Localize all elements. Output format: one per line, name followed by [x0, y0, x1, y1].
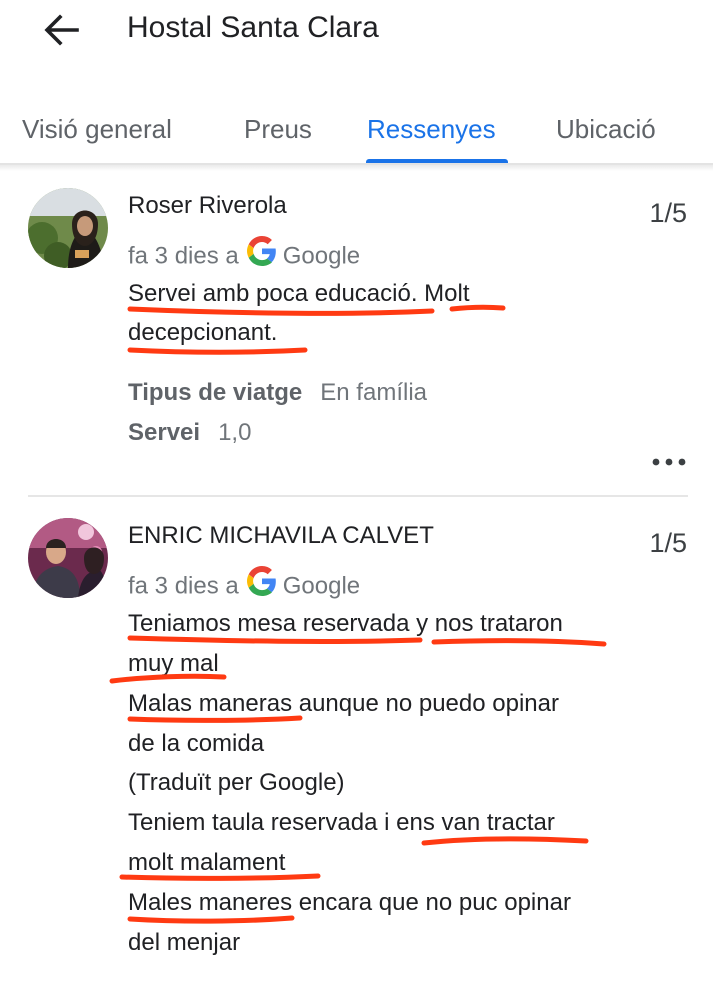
back-button[interactable] [40, 8, 84, 52]
arrow-left-icon [44, 14, 79, 46]
google-logo-icon [246, 236, 277, 274]
review-author[interactable]: Roser Riverola [128, 191, 287, 221]
review-attribute-service: Servei 1,0 [128, 418, 251, 448]
tab-prices[interactable]: Preus [244, 106, 312, 152]
avatar[interactable] [28, 188, 108, 268]
review-author[interactable]: ENRIC MICHAVILA CALVET [128, 521, 434, 551]
review-rating: 1/5 [649, 198, 687, 228]
more-horizontal-icon [652, 458, 686, 466]
review-source: Google [282, 242, 361, 270]
page-title: Hostal Santa Clara [127, 11, 379, 44]
review-text-line: Males maneres encara que no puc opinar [128, 889, 571, 916]
tab-bar: Visió general Preus Ressenyes Ubicació [0, 106, 713, 164]
highlight-underline [127, 347, 308, 355]
review-text-line: Malas maneras aunque no puedo opinar [128, 690, 559, 717]
google-logo-icon [246, 566, 277, 604]
highlight-underline [127, 306, 435, 316]
avatar[interactable] [28, 518, 108, 598]
header-shadow [0, 165, 713, 171]
review-attribute-trip-type: Tipus de viatge En família [128, 378, 427, 408]
attribute-value: 1,0 [218, 419, 252, 446]
review-meta: fa 3 dies a Google [128, 566, 361, 606]
attribute-value: En família [320, 379, 427, 406]
tab-location[interactable]: Ubicació [556, 106, 656, 152]
review-text-line: Teniamos mesa reservada y nos trataron [128, 610, 563, 637]
review-time: fa 3 dies a [128, 572, 239, 600]
review-rating: 1/5 [649, 528, 687, 558]
review-divider [28, 495, 688, 497]
tab-reviews[interactable]: Ressenyes [367, 106, 496, 152]
review-text-line: de la comida [128, 730, 265, 757]
review-text-line: molt malament [128, 849, 286, 876]
review-source: Google [282, 572, 361, 600]
attribute-key: Servei [128, 419, 201, 446]
highlight-underline [421, 836, 589, 846]
highlight-underline [127, 915, 295, 924]
attribute-key: Tipus de viatge [128, 379, 303, 406]
tab-overview[interactable]: Visió general [22, 106, 172, 152]
review-text-line: del menjar [128, 929, 241, 956]
review-time: fa 3 dies a [128, 242, 239, 270]
review-text-line: Servei amb poca educació. Molt [128, 280, 470, 307]
highlight-underline [431, 638, 607, 647]
review-meta: fa 3 dies a Google [128, 236, 361, 276]
review-text-line: Teniem taula reservada i ens van tractar [128, 809, 555, 836]
review-text-line: muy mal [128, 650, 219, 677]
review-text-line: (Traduït per Google) [128, 769, 345, 796]
more-options-button[interactable] [651, 452, 687, 472]
app-header: Hostal Santa Clara Visió general Preus R… [0, 0, 713, 165]
review-text-line: decepcionant. [128, 319, 278, 346]
